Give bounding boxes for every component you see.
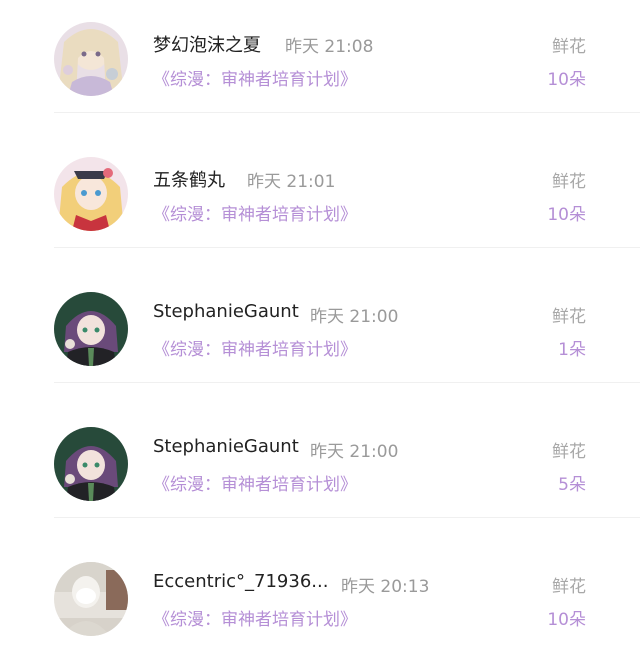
list-item[interactable]: 五条鹤丸 昨天 21:01 《综漫：审神者培育计划》 鲜花 10朵: [0, 135, 640, 270]
list-item[interactable]: StephanieGaunt 昨天 21:00 《综漫：审神者培育计划》 鲜花 …: [0, 270, 640, 405]
book-title-link[interactable]: 《综漫：审神者培育计划》: [153, 470, 357, 495]
avatar[interactable]: [54, 427, 128, 501]
divider: [54, 247, 640, 248]
user-name[interactable]: Eccentric°_71936...: [153, 571, 328, 592]
avatar[interactable]: [54, 22, 128, 96]
anime-avatar-icon: [54, 157, 128, 231]
book-title-link[interactable]: 《综漫：审神者培育计划》: [153, 335, 357, 360]
gift-record-list: 梦幻泡沫之夏 昨天 21:08 《综漫：审神者培育计划》 鲜花 10朵 五条鹤丸…: [0, 0, 640, 652]
gift-type-label: 鲜花: [552, 172, 586, 192]
gift-type-label: 鲜花: [552, 37, 586, 57]
divider: [54, 112, 640, 113]
book-title-link[interactable]: 《综漫：审神者培育计划》: [153, 200, 357, 225]
avatar[interactable]: [54, 292, 128, 366]
user-name[interactable]: 梦幻泡沫之夏: [153, 31, 261, 57]
book-title-link[interactable]: 《综漫：审神者培育计划》: [153, 605, 357, 630]
anime-avatar-icon: [54, 427, 128, 501]
list-item[interactable]: Eccentric°_71936... 昨天 20:13 《综漫：审神者培育计划…: [0, 540, 640, 652]
timestamp: 昨天 21:00: [310, 307, 399, 327]
gift-type-label: 鲜花: [552, 577, 586, 597]
divider: [54, 382, 640, 383]
gift-count: 10朵: [547, 70, 586, 90]
gift-count: 10朵: [547, 610, 586, 630]
list-item[interactable]: 梦幻泡沫之夏 昨天 21:08 《综漫：审神者培育计划》 鲜花 10朵: [0, 0, 640, 135]
timestamp: 昨天 20:13: [341, 577, 430, 597]
list-item[interactable]: StephanieGaunt 昨天 21:00 《综漫：审神者培育计划》 鲜花 …: [0, 405, 640, 540]
anime-avatar-icon: [54, 22, 128, 96]
timestamp: 昨天 21:00: [310, 442, 399, 462]
user-name[interactable]: 五条鹤丸: [153, 166, 225, 192]
gift-count: 1朵: [558, 340, 586, 360]
divider: [54, 517, 640, 518]
gift-count: 5朵: [558, 475, 586, 495]
gift-type-label: 鲜花: [552, 307, 586, 327]
user-name[interactable]: StephanieGaunt: [153, 301, 299, 322]
gift-count: 10朵: [547, 205, 586, 225]
gift-type-label: 鲜花: [552, 442, 586, 462]
anime-avatar-icon: [54, 292, 128, 366]
avatar[interactable]: [54, 562, 128, 636]
timestamp: 昨天 21:01: [247, 172, 336, 192]
book-title-link[interactable]: 《综漫：审神者培育计划》: [153, 65, 357, 90]
timestamp: 昨天 21:08: [285, 37, 374, 57]
user-name[interactable]: StephanieGaunt: [153, 436, 299, 457]
photo-avatar-icon: [54, 562, 128, 636]
avatar[interactable]: [54, 157, 128, 231]
